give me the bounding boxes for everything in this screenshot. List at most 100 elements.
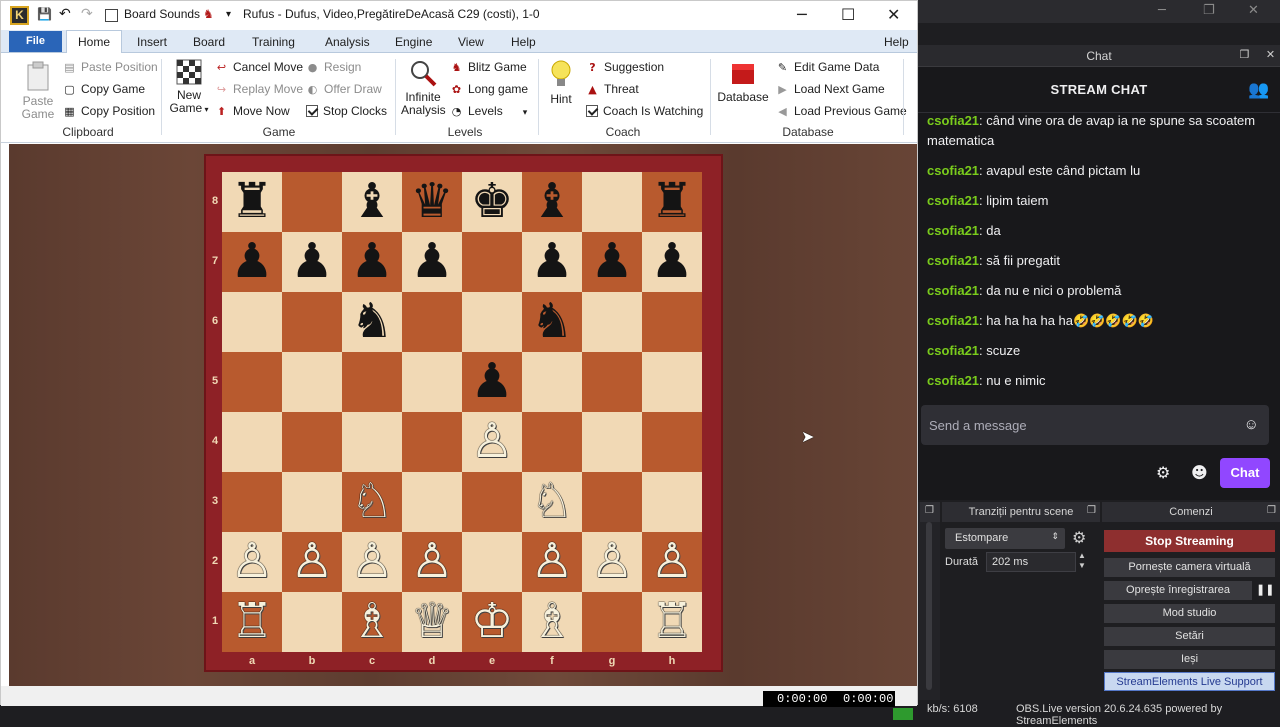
maximize-icon[interactable]: ☐ bbox=[841, 5, 855, 24]
copy-game-button[interactable]: ▢ Copy Game bbox=[63, 82, 145, 96]
undock-icon[interactable]: ❐ bbox=[1087, 505, 1096, 516]
square-d4[interactable] bbox=[402, 412, 462, 472]
duration-stepper[interactable]: ▲ ▼ bbox=[1078, 551, 1086, 571]
chat-username[interactable]: csofia21 bbox=[927, 343, 979, 358]
square-e7[interactable] bbox=[462, 232, 522, 292]
undock-icon[interactable]: ❐ bbox=[1267, 505, 1276, 516]
square-c5[interactable] bbox=[342, 352, 402, 412]
square-b1[interactable] bbox=[282, 592, 342, 652]
qat-dropdown-icon[interactable]: ▾ bbox=[226, 9, 231, 20]
chess-piece[interactable]: ♜ bbox=[222, 172, 282, 232]
coach-watching-checkbox[interactable]: Coach Is Watching bbox=[586, 104, 703, 118]
transition-select[interactable]: Estompare ⇕ bbox=[945, 528, 1065, 549]
chat-username[interactable]: csofia21 bbox=[927, 223, 979, 238]
paste-position-button[interactable]: ▤ Paste Position bbox=[63, 60, 157, 74]
transition-settings-icon[interactable]: ⚙ bbox=[1072, 528, 1086, 548]
virtual-camera-button[interactable]: Pornește camera virtuală bbox=[1104, 558, 1275, 577]
close-dock-icon[interactable]: ✕ bbox=[1264, 48, 1277, 61]
chess-piece[interactable]: ♚ bbox=[462, 172, 522, 232]
edit-game-data-button[interactable]: ✎ Edit Game Data bbox=[776, 60, 879, 74]
blitz-game-button[interactable]: ♞ Blitz Game bbox=[450, 60, 527, 74]
chess-piece[interactable]: ♙ bbox=[522, 532, 582, 592]
paste-game-button[interactable]: Paste Game bbox=[19, 61, 57, 121]
tab-file[interactable]: File bbox=[9, 31, 62, 52]
help-link[interactable]: Help bbox=[884, 35, 909, 49]
chess-piece[interactable]: ♙ bbox=[342, 532, 402, 592]
chess-piece[interactable]: ♙ bbox=[222, 532, 282, 592]
resign-button[interactable]: ● Resign bbox=[306, 60, 362, 74]
chess-piece[interactable]: ♙ bbox=[462, 412, 522, 472]
chat-username[interactable]: csofia21 bbox=[927, 373, 979, 388]
streamelements-support-button[interactable]: StreamElements Live Support bbox=[1104, 672, 1275, 691]
undock-icon[interactable]: ❐ bbox=[1238, 48, 1251, 61]
hint-button[interactable]: Hint bbox=[544, 59, 578, 106]
chess-piece[interactable]: ♙ bbox=[402, 532, 462, 592]
chess-piece[interactable]: ♟ bbox=[462, 352, 522, 412]
copy-position-button[interactable]: ▦ Copy Position bbox=[63, 104, 155, 118]
chess-piece[interactable]: ♟ bbox=[642, 232, 702, 292]
chess-piece[interactable]: ♔ bbox=[462, 592, 522, 652]
chess-piece[interactable]: ♗ bbox=[522, 592, 582, 652]
square-g5[interactable] bbox=[582, 352, 642, 412]
chess-piece[interactable]: ♖ bbox=[642, 592, 702, 652]
square-b4[interactable] bbox=[282, 412, 342, 472]
scrollbar[interactable] bbox=[926, 522, 932, 690]
square-g1[interactable] bbox=[582, 592, 642, 652]
tab-training[interactable]: Training bbox=[252, 35, 295, 49]
replay-move-button[interactable]: ↪ Replay Move bbox=[215, 82, 303, 96]
tab-insert[interactable]: Insert bbox=[137, 35, 167, 49]
offer-draw-button[interactable]: ◐ Offer Draw bbox=[306, 82, 382, 96]
square-f4[interactable] bbox=[522, 412, 582, 472]
database-button[interactable]: Database bbox=[717, 59, 769, 104]
chess-piece[interactable]: ♟ bbox=[402, 232, 462, 292]
cancel-move-button[interactable]: ↩ Cancel Move bbox=[215, 60, 303, 74]
tab-board[interactable]: Board bbox=[193, 35, 225, 49]
levels-dropdown[interactable]: ◔ Levels ▾ bbox=[450, 104, 528, 118]
users-icon[interactable]: 👥 bbox=[1248, 80, 1269, 100]
chat-username[interactable]: csofia21 bbox=[927, 253, 979, 268]
stop-clocks-checkbox[interactable]: Stop Clocks bbox=[306, 104, 387, 118]
redo-icon[interactable]: ↷ bbox=[81, 5, 93, 22]
chess-piece[interactable]: ♟ bbox=[342, 232, 402, 292]
square-e6[interactable] bbox=[462, 292, 522, 352]
settings-gear-icon[interactable]: ⚙ bbox=[1156, 463, 1170, 482]
chess-piece[interactable]: ♞ bbox=[342, 292, 402, 352]
chat-username[interactable]: csofia21 bbox=[927, 163, 979, 178]
chessboard[interactable]: ♜ ♝ ♛ ♚ ♝ ♜ ♟ ♟ ♟ ♟ ♟ ♟ ♟ ♞ ♞ ♟ ♙ ♘ ♘ ♙ ♙ ♙ ♙ ♙ ♙ ♙ ♖ ♗ ♕ ♔ ♗ ♖ bbox=[222, 172, 703, 653]
duration-input[interactable]: 202 ms bbox=[986, 552, 1076, 572]
threat-button[interactable]: ▲ Threat bbox=[586, 82, 638, 96]
settings-button[interactable]: Setări bbox=[1104, 627, 1275, 646]
move-now-button[interactable]: ⬆ Move Now bbox=[215, 104, 290, 118]
chess-piece[interactable]: ♟ bbox=[582, 232, 642, 292]
square-g6[interactable] bbox=[582, 292, 642, 352]
tab-analysis[interactable]: Analysis bbox=[325, 35, 370, 49]
studio-mode-button[interactable]: Mod studio bbox=[1104, 604, 1275, 623]
new-game-button[interactable]: New Game ▾ bbox=[167, 59, 211, 116]
square-f5[interactable] bbox=[522, 352, 582, 412]
long-game-button[interactable]: ✿ Long game bbox=[450, 82, 528, 96]
chess-piece[interactable]: ♕ bbox=[402, 592, 462, 652]
square-g4[interactable] bbox=[582, 412, 642, 472]
chess-piece[interactable]: ♝ bbox=[342, 172, 402, 232]
save-icon[interactable]: 💾 bbox=[37, 7, 52, 21]
engine-icon[interactable]: ♞ bbox=[203, 7, 214, 21]
chess-piece[interactable]: ♙ bbox=[282, 532, 342, 592]
square-d6[interactable] bbox=[402, 292, 462, 352]
chess-piece[interactable]: ♟ bbox=[522, 232, 582, 292]
square-a4[interactable] bbox=[222, 412, 282, 472]
tab-help[interactable]: Help bbox=[511, 35, 536, 49]
square-e2[interactable] bbox=[462, 532, 522, 592]
square-d3[interactable] bbox=[402, 472, 462, 532]
square-b6[interactable] bbox=[282, 292, 342, 352]
chess-piece[interactable]: ♙ bbox=[582, 532, 642, 592]
chat-send-button[interactable]: Chat bbox=[1220, 458, 1270, 488]
emoji-icon[interactable]: ☻ bbox=[1191, 463, 1208, 482]
square-h4[interactable] bbox=[642, 412, 702, 472]
square-e3[interactable] bbox=[462, 472, 522, 532]
board-sounds-checkbox[interactable] bbox=[105, 9, 118, 22]
stop-recording-button[interactable]: Oprește înregistrarea bbox=[1104, 581, 1252, 600]
load-previous-game-button[interactable]: ◀ Load Previous Game bbox=[776, 104, 906, 118]
chess-piece[interactable]: ♗ bbox=[342, 592, 402, 652]
square-g8[interactable] bbox=[582, 172, 642, 232]
close-icon[interactable]: ✕ bbox=[887, 5, 900, 24]
